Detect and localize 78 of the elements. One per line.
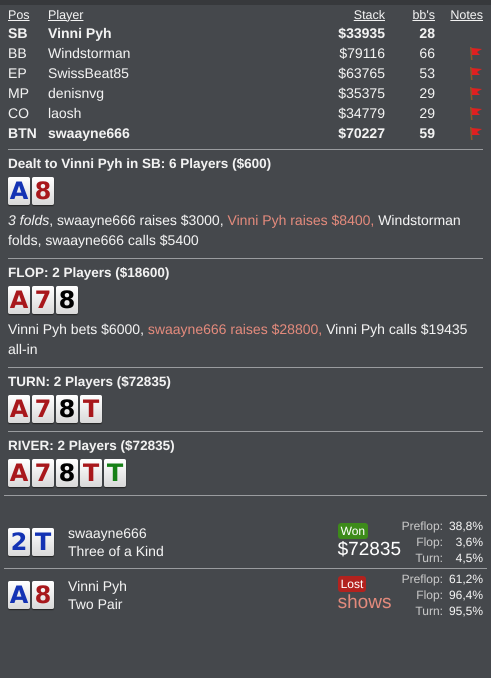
playing-card: 8: [56, 395, 78, 423]
stack-text: $33935: [337, 25, 385, 41]
player-name: Vinni Pyh: [68, 578, 128, 594]
playing-card: A: [8, 459, 30, 487]
equity-value: 38,8%: [448, 518, 483, 534]
result-badge: Lost: [338, 576, 366, 592]
playing-card: T: [104, 459, 126, 487]
hand-rank: Three of a Kind: [68, 543, 165, 559]
playing-card: A: [8, 581, 30, 609]
column-header[interactable]: bb's: [385, 8, 435, 22]
playing-card: A: [8, 286, 30, 314]
column-header[interactable]: Pos: [8, 8, 48, 22]
result-badge: Won: [338, 523, 368, 539]
stack-text: $34779: [337, 105, 385, 121]
equity-label: Flop:: [415, 534, 443, 550]
bb-count: 66: [418, 45, 435, 61]
street-title: RIVER: 2 Players ($72835): [8, 438, 176, 453]
flag-icon[interactable]: [467, 45, 483, 61]
playing-card: 8: [56, 459, 78, 487]
bb-count: 53: [418, 65, 435, 81]
playing-card: 7: [32, 286, 54, 314]
player-name: swaayne666: [48, 125, 131, 141]
column-header[interactable]: Notes: [435, 8, 483, 22]
stack-text: $79116: [338, 45, 385, 61]
player-name: Windstorman: [48, 45, 132, 61]
equity-label: Flop:: [415, 587, 443, 603]
player-name: Vinni Pyh: [48, 25, 113, 41]
column-header[interactable]: Stack: [295, 8, 385, 22]
playing-card: A: [8, 177, 30, 205]
position-text: EP: [8, 65, 28, 81]
column-header[interactable]: Player: [48, 8, 295, 22]
equity-value: 61,2%: [448, 571, 483, 587]
equity-label: Preflop:: [402, 571, 443, 587]
equity-value: 95,5%: [448, 603, 483, 619]
hand-rank: Two Pair: [68, 596, 124, 612]
playing-card: T: [80, 459, 102, 487]
position-text: MP: [8, 85, 30, 101]
bb-count: 28: [418, 25, 435, 41]
player-name: swaayne666: [68, 525, 148, 541]
street-title: Dealt to Vinni Pyh in SB: 6 Players ($600): [8, 156, 272, 171]
player-name: SwissBeat85: [48, 65, 130, 81]
equity-label: Preflop:: [402, 518, 443, 534]
playing-card: T: [80, 395, 102, 423]
action-text: 3 folds, swaayne666 raises $3000, Vinni Pyh raises $8400, Windstorman folds, swaayne666 calls $5400: [8, 211, 462, 250]
position-text: BB: [8, 45, 28, 61]
position-text: SB: [8, 25, 28, 41]
equity-label: Turn:: [414, 603, 443, 619]
flag-icon[interactable]: [467, 125, 483, 141]
playing-card: A: [8, 395, 30, 423]
stack-text: $63765: [337, 65, 385, 81]
equity-value: 4,5%: [454, 550, 483, 566]
playing-card: 7: [32, 395, 54, 423]
equity-value: 96,4%: [448, 587, 483, 603]
result-amount: $72835: [338, 539, 402, 561]
playing-card: 8: [56, 286, 78, 314]
bb-count: 59: [418, 125, 435, 141]
stack-text: $70227: [337, 125, 385, 141]
stack-text: $35375: [337, 85, 385, 101]
street-title: FLOP: 2 Players ($18600): [8, 265, 170, 280]
equity-label: Turn:: [414, 550, 443, 566]
position-text: CO: [8, 105, 30, 121]
street-title: TURN: 2 Players ($72835): [8, 374, 172, 389]
position-text: BTN: [8, 125, 38, 141]
bb-count: 29: [418, 85, 435, 101]
playing-card: 7: [32, 459, 54, 487]
playing-card: 2: [8, 528, 30, 556]
equity-value: 3,6%: [454, 534, 483, 550]
playing-card: 8: [32, 177, 54, 205]
player-name: denisnvg: [48, 85, 106, 101]
playing-card: 8: [32, 581, 54, 609]
result-amount: shows: [338, 592, 392, 614]
bb-count: 29: [418, 105, 435, 121]
action-text: Vinni Pyh bets $6000, swaayne666 raises $28800, Vinni Pyh calls $19435 all-in: [8, 320, 468, 359]
flag-icon[interactable]: [467, 65, 483, 81]
playing-card: T: [32, 528, 54, 556]
flag-icon[interactable]: [467, 105, 483, 121]
flag-icon[interactable]: [467, 85, 483, 101]
player-name: laosh: [48, 105, 82, 121]
